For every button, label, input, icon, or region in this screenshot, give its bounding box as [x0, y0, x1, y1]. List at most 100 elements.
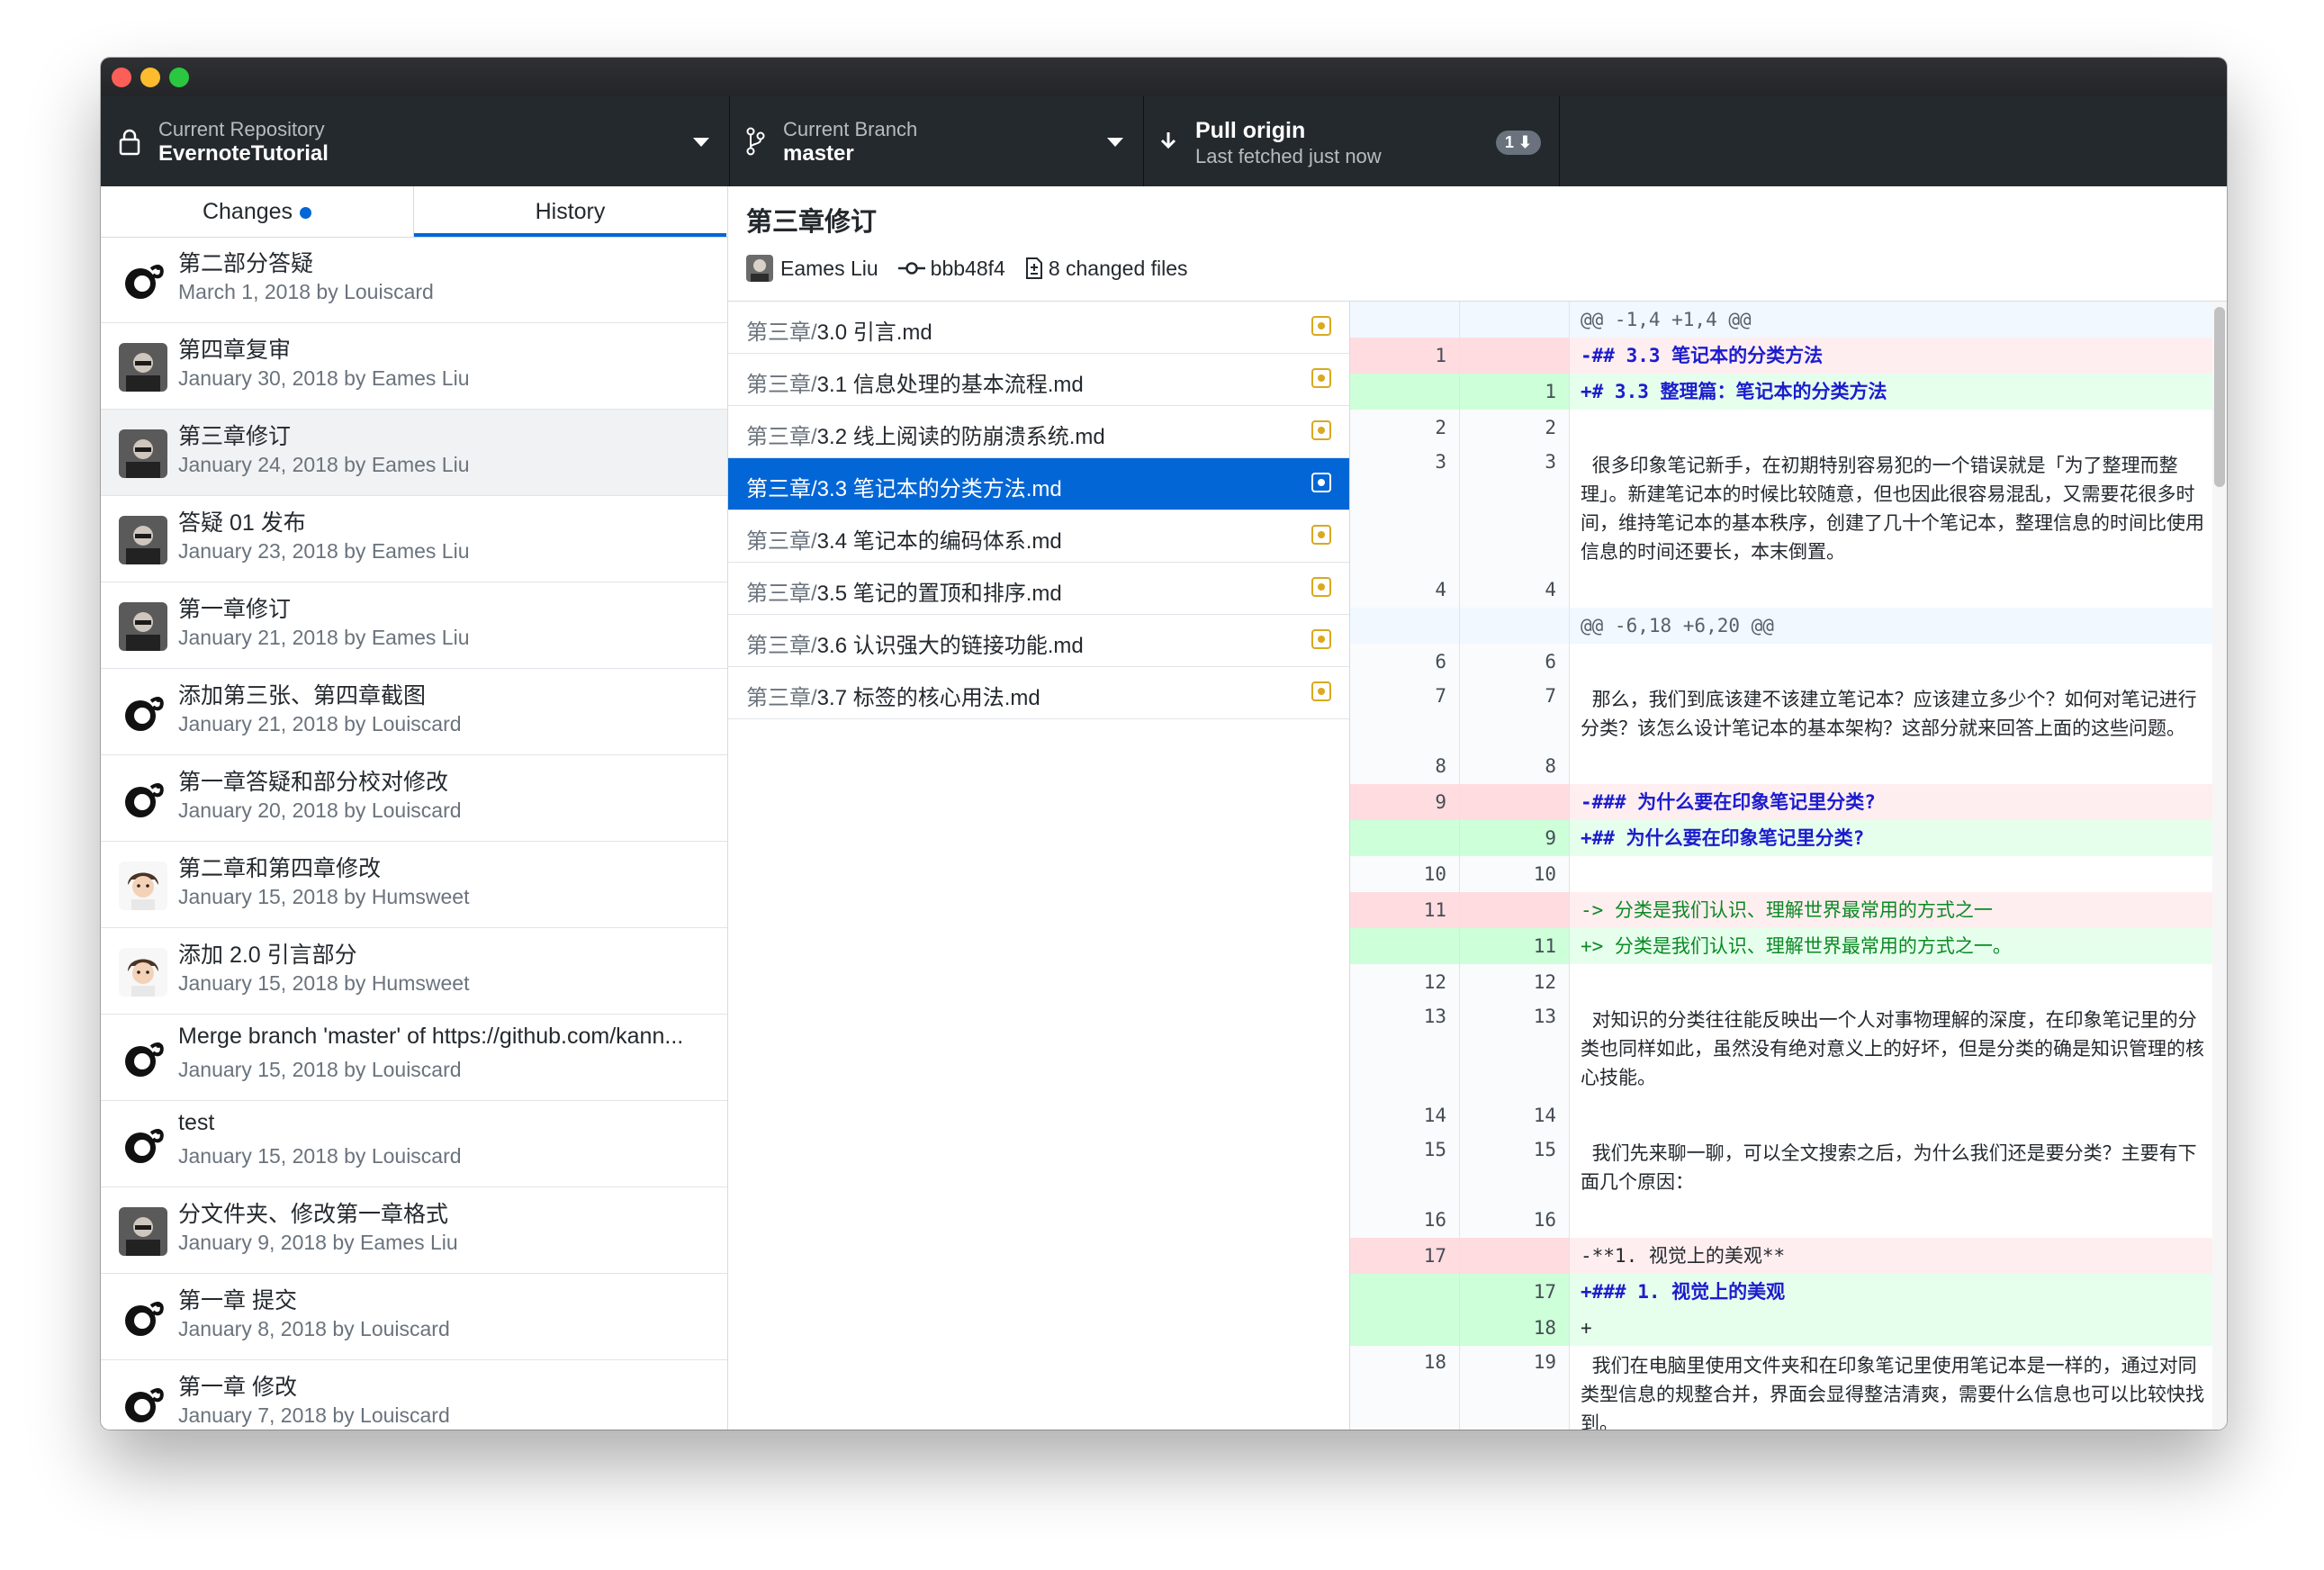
old-line-number: 13 [1350, 1000, 1460, 1097]
diff-line[interactable]: 17 +### 1. 视觉上的美观 [1350, 1274, 2227, 1310]
changed-file-item[interactable]: 第三章/3.2 线上阅读的防崩溃系统.md [728, 406, 1349, 458]
diff-line[interactable]: 88 [1350, 748, 2227, 784]
toolbar: Current Repository EvernoteTutorial Curr… [101, 96, 2227, 186]
diff-line-text: -**1. 视觉上的美观** [1570, 1238, 2227, 1274]
commit-list-meta: January 21, 2018 by Louiscard [178, 712, 462, 735]
old-line-number: 18 [1350, 1346, 1460, 1430]
diff-line[interactable]: @@ -1,4 +1,4 @@ [1350, 302, 2227, 338]
commit-list-item[interactable]: 第一章 提交 January 8, 2018 by Louiscard [101, 1274, 727, 1360]
new-line-number [1460, 1238, 1570, 1274]
close-window-button[interactable] [112, 68, 131, 87]
diff-line[interactable]: 12 12 [1350, 964, 2227, 1000]
commit-list-item[interactable]: 答疑 01 发布 January 23, 2018 by Eames Liu [101, 496, 727, 582]
tab-history[interactable]: History [414, 186, 726, 237]
current-repository-dropdown[interactable]: Current Repository EvernoteTutorial [101, 96, 730, 186]
commit-list-meta: January 23, 2018 by Eames Liu [178, 539, 470, 563]
new-line-number: 8 [1460, 748, 1570, 784]
minimize-window-button[interactable] [140, 68, 160, 87]
old-line-number [1350, 928, 1460, 964]
new-line-number [1460, 892, 1570, 928]
tab-changes[interactable]: Changes [101, 186, 414, 237]
diff-line[interactable]: 11 -> 分类是我们认识、理解世界最常用的方式之一 [1350, 892, 2227, 928]
diff-line[interactable]: 13 13 对知识的分类往往能反映出一个人对事物理解的深度，在印象笔记里的分类也同… [1350, 1000, 2227, 1097]
file-dir: 第三章/ [746, 425, 817, 449]
commit-list-title: 第一章答疑和部分校对修改 [178, 770, 449, 795]
file-dir: 第三章/ [746, 373, 817, 397]
changed-file-item[interactable]: 第三章/3.1 信息处理的基本流程.md [728, 354, 1349, 406]
old-line-number [1350, 302, 1460, 338]
commit-list-title: 第四章复审 [178, 338, 292, 363]
diff-line[interactable]: 18 19 我们在电脑里使用文件夹和在印象笔记里使用笔记本是一样的，通过对同类型信… [1350, 1346, 2227, 1430]
commit-list-title: 分文件夹、修改第一章格式 [178, 1202, 449, 1227]
diff-scrollbar-thumb[interactable] [2214, 307, 2225, 487]
diff-line[interactable]: 33 很多印象笔记新手，在初期特别容易犯的一个错误就是「为了整理而整理」。新建笔… [1350, 446, 2227, 572]
commit-list-title: 答疑 01 发布 [178, 510, 306, 536]
diff-line[interactable]: 9 -### 为什么要在印象笔记里分类? [1350, 784, 2227, 820]
commit-list-item[interactable]: 第三章修订 January 24, 2018 by Eames Liu [101, 410, 727, 496]
file-name: 3.0 引言.md [816, 320, 932, 345]
commit-list-item[interactable]: 第二章和第四章修改 January 15, 2018 by Humsweet [101, 842, 727, 928]
diff-line[interactable]: 18 + [1350, 1310, 2227, 1346]
commit-list-item[interactable]: 第一章 修改 January 7, 2018 by Louiscard [101, 1360, 727, 1430]
diff-line[interactable]: 44 [1350, 572, 2227, 608]
diff-line[interactable]: 9 +## 为什么要在印象笔记里分类? [1350, 820, 2227, 856]
commit-list-item[interactable]: 添加第三张、第四章截图 January 21, 2018 by Louiscard [101, 669, 727, 755]
pull-origin-button[interactable]: Pull origin Last fetched just now 1 ⬇ [1143, 96, 1560, 186]
commit-icon [897, 262, 925, 275]
diff-line-text: -## 3.3 笔记本的分类方法 [1570, 338, 2227, 374]
old-line-number: 6 [1350, 644, 1460, 680]
diff-line[interactable]: 66 [1350, 644, 2227, 680]
diff-line-text: @@ -1,4 +1,4 @@ [1570, 302, 2227, 338]
file-path: 第三章/3.2 线上阅读的防崩溃系统.md [746, 419, 1105, 450]
diff-line[interactable]: 11 +> 分类是我们认识、理解世界最常用的方式之一。 [1350, 928, 2227, 964]
changed-file-item[interactable]: 第三章/3.4 笔记本的编码体系.md [728, 510, 1349, 563]
commit-list-meta: January 20, 2018 by Louiscard [178, 799, 462, 822]
diff-line-text: 对知识的分类往往能反映出一个人对事物理解的深度，在印象笔记里的分类也同样如此，虽… [1581, 1009, 2204, 1088]
changed-file-item[interactable]: 第三章/3.6 认识强大的链接功能.md [728, 615, 1349, 667]
diff-line[interactable]: 16 16 [1350, 1202, 2227, 1238]
last-fetched-text: Last fetched just now [1195, 145, 1382, 167]
commit-list-item[interactable]: 第四章复审 January 30, 2018 by Eames Liu [101, 323, 727, 410]
avatar [119, 775, 167, 824]
pull-count-badge: 1 ⬇ [1495, 131, 1541, 155]
commit-list-item[interactable]: 第一章修订 January 21, 2018 by Eames Liu [101, 582, 727, 669]
file-name: 3.7 标签的核心用法.md [816, 686, 1040, 710]
commit-list-item[interactable]: 分文件夹、修改第一章格式 January 9, 2018 by Eames Liu [101, 1187, 727, 1274]
diff-line[interactable]: 15 15 我们先来聊一聊，可以全文搜索之后，为什么我们还是要分类？主要有下面几个… [1350, 1133, 2227, 1202]
chevron-down-icon [693, 138, 709, 147]
commit-list-item[interactable]: 第二部分答疑 March 1, 2018 by Louiscard [101, 237, 727, 323]
diff-line[interactable]: 22 [1350, 410, 2227, 446]
changes-indicator-dot [300, 206, 312, 219]
file-path: 第三章/3.0 引言.md [746, 314, 932, 346]
zoom-window-button[interactable] [169, 68, 189, 87]
changed-file-item[interactable]: 第三章/3.0 引言.md [728, 302, 1349, 354]
old-line-number [1350, 1310, 1460, 1346]
diff-line-text: +## 为什么要在印象笔记里分类? [1570, 820, 2227, 856]
new-line-number: 3 [1460, 446, 1570, 572]
commit-list-item[interactable]: Merge branch 'master' of https://github.… [101, 1015, 727, 1101]
diff-line[interactable]: 17 -**1. 视觉上的美观** [1350, 1238, 2227, 1274]
changed-file-item[interactable]: 第三章/3.3 笔记本的分类方法.md [728, 458, 1349, 510]
diff-scrollbar[interactable] [2212, 302, 2227, 1430]
new-line-number: 13 [1460, 1000, 1570, 1097]
diff-line-text [1570, 964, 2227, 1000]
diff-line-text: 那么，我们到底该建不该建立笔记本？应该建立多少个？如何对笔记进行分类？该怎么设计… [1581, 689, 2197, 739]
diff-line-text: 我们在电脑里使用文件夹和在印象笔记里使用笔记本是一样的，通过对同类型信息的规整合… [1581, 1355, 2204, 1430]
commit-list-title: 第三章修订 [178, 424, 292, 449]
commit-list-item[interactable]: 第一章答疑和部分校对修改 January 20, 2018 by Louiscar… [101, 755, 727, 842]
commit-list-item[interactable]: test January 15, 2018 by Louiscard [101, 1101, 727, 1187]
diff-line-text: +# 3.3 整理篇：笔记本的分类方法 [1570, 374, 2227, 410]
diff-line[interactable]: 1 -## 3.3 笔记本的分类方法 [1350, 338, 2227, 374]
changed-file-item[interactable]: 第三章/3.7 标签的核心用法.md [728, 667, 1349, 719]
diff-line[interactable]: 14 14 [1350, 1097, 2227, 1133]
commit-list-item[interactable]: 添加 2.0 引言部分 January 15, 2018 by Humsweet [101, 928, 727, 1015]
diff-line[interactable]: 1 +# 3.3 整理篇：笔记本的分类方法 [1350, 374, 2227, 410]
app-window: Current Repository EvernoteTutorial Curr… [101, 58, 2227, 1430]
diff-line-text: +> 分类是我们认识、理解世界最常用的方式之一。 [1570, 928, 2227, 964]
branch-label: Current Branch [783, 118, 918, 140]
diff-line[interactable]: @@ -6,18 +6,20 @@ [1350, 608, 2227, 644]
current-branch-dropdown[interactable]: Current Branch master [729, 96, 1144, 186]
diff-line[interactable]: 77 那么，我们到底该建不该建立笔记本？应该建立多少个？如何对笔记进行分类？该怎… [1350, 680, 2227, 748]
changed-file-item[interactable]: 第三章/3.5 笔记的置顶和排序.md [728, 563, 1349, 615]
diff-line[interactable]: 10 10 [1350, 856, 2227, 892]
